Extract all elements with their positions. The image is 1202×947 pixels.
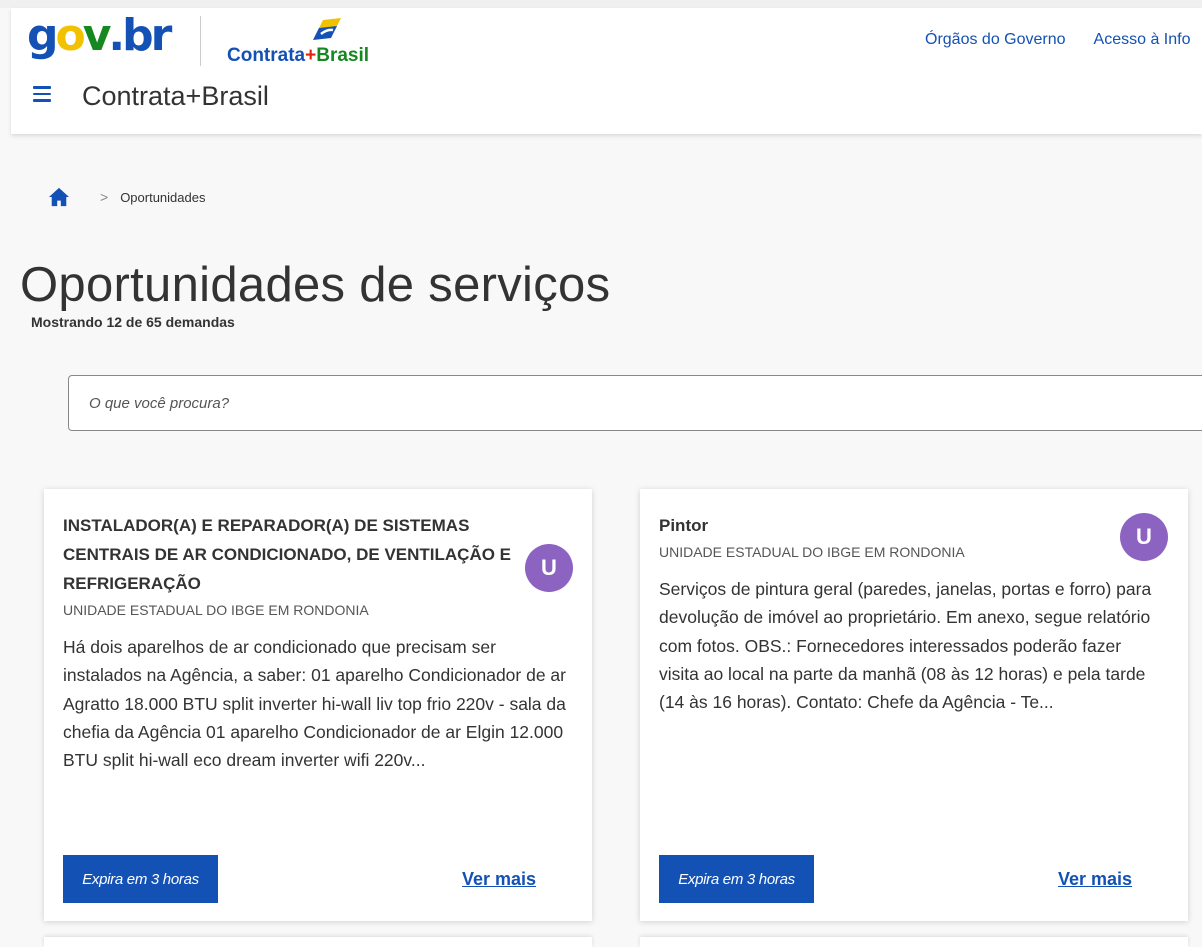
next-card-peek [44,937,592,947]
expire-badge: Expira em 3 horas [659,855,814,903]
breadcrumb-current: Oportunidades [120,189,206,205]
top-links: Órgãos do Governo Acesso à Info [925,31,1190,49]
contrata-brasil-logo[interactable]: Contrata+Brasil [227,16,407,68]
next-card-peek [640,937,1188,947]
breadcrumb: > Oportunidades [48,186,205,208]
govbr-logo[interactable]: gov.br [27,12,172,60]
card-organization: UNIDADE ESTADUAL DO IBGE EM RONDONIA [659,544,965,560]
expire-badge: Expira em 3 horas [63,855,218,903]
link-orgaos-governo[interactable]: Órgãos do Governo [925,31,1066,49]
card-title: Pintor [659,516,709,535]
menu-icon[interactable] [33,86,51,104]
header-divider [200,16,201,66]
avatar: U [1120,513,1168,561]
home-icon[interactable] [48,187,70,207]
search-input[interactable] [69,376,1189,430]
contrata-logo-text: Contrata+Brasil [227,45,370,66]
opportunity-card: INSTALADOR(A) E REPARADOR(A) DE SISTEMAS… [44,489,592,921]
avatar: U [525,544,573,592]
contrata-emblem-icon [313,18,341,40]
chevron-right-icon: > [100,189,109,205]
site-header: gov.br Contrata+Brasil Órgãos do Governo… [11,8,1202,134]
results-count: Mostrando 12 de 65 demandas [31,314,235,330]
ver-mais-link[interactable]: Ver mais [462,869,536,890]
link-acesso-informacao[interactable]: Acesso à Info [1094,31,1191,49]
search-box [68,375,1202,431]
opportunity-card: Pintor U UNIDADE ESTADUAL DO IBGE EM RON… [640,489,1188,921]
browser-top-strip [0,0,1202,8]
card-organization: UNIDADE ESTADUAL DO IBGE EM RONDONIA [63,602,369,618]
card-title: INSTALADOR(A) E REPARADOR(A) DE SISTEMAS… [63,516,512,593]
card-description: Serviços de pintura geral (paredes, jane… [659,579,1152,713]
card-description: Há dois aparelhos de ar condicionado que… [63,637,566,771]
header-title[interactable]: Contrata+Brasil [82,78,269,114]
page-title: Oportunidades de serviços [20,258,611,312]
ver-mais-link[interactable]: Ver mais [1058,869,1132,890]
